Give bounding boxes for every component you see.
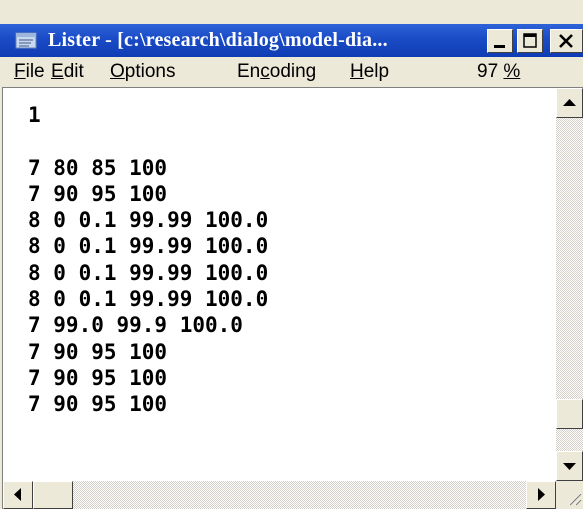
horizontal-scroll-thumb[interactable] bbox=[33, 481, 73, 509]
text-line: 7 90 95 100 bbox=[28, 365, 168, 390]
arrow-down-icon bbox=[563, 463, 576, 470]
menu-file[interactable]: File bbox=[14, 61, 45, 83]
zoom-percent: % bbox=[503, 61, 521, 82]
menu-edit[interactable]: Edit bbox=[51, 61, 84, 83]
menu-help[interactable]: Help bbox=[350, 61, 389, 83]
menu-options-label: ptions bbox=[124, 61, 176, 82]
text-line: 8 0 0.1 99.99 100.0 bbox=[28, 208, 269, 233]
text-viewer[interactable]: 1 7 80 85 100 7 90 95 100 8 0 0.1 99.99 … bbox=[3, 88, 556, 480]
menu-options[interactable]: Options bbox=[110, 61, 175, 83]
minimize-button[interactable] bbox=[487, 29, 513, 53]
menu-bar: File Edit Options Encoding Help 97 % bbox=[0, 57, 583, 87]
text-line: 7 90 95 100 bbox=[28, 181, 168, 206]
window-title: Lister - [c:\research\dialog\model-dia..… bbox=[48, 29, 388, 51]
scroll-right-button[interactable] bbox=[526, 481, 556, 509]
minimize-icon bbox=[494, 45, 505, 48]
menu-options-accelerator: O bbox=[110, 61, 125, 82]
close-button[interactable] bbox=[550, 29, 583, 53]
text-line: 8 0 0.1 99.99 100.0 bbox=[28, 234, 269, 259]
text-line: 7 90 95 100 bbox=[28, 339, 168, 364]
scroll-left-button[interactable] bbox=[3, 481, 33, 509]
arrow-up-icon bbox=[563, 99, 576, 106]
close-icon bbox=[559, 34, 573, 48]
text-line: 8 0 0.1 99.99 100.0 bbox=[28, 260, 269, 285]
text-line: 7 99.0 99.9 100.0 bbox=[28, 313, 243, 338]
resize-grip-icon bbox=[568, 492, 582, 506]
horizontal-scrollbar[interactable] bbox=[3, 481, 556, 509]
menu-edit-label: dit bbox=[63, 61, 84, 82]
resize-grip[interactable] bbox=[556, 481, 583, 509]
arrow-left-icon bbox=[14, 488, 21, 501]
vertical-scroll-thumb[interactable] bbox=[556, 399, 583, 429]
menu-file-label: ile bbox=[25, 61, 45, 82]
menu-encoding[interactable]: Encoding bbox=[237, 61, 316, 83]
title-bar[interactable]: Lister - [c:\research\dialog\model-dia..… bbox=[0, 24, 583, 57]
arrow-right-icon bbox=[538, 488, 545, 501]
scroll-up-button[interactable] bbox=[556, 88, 583, 118]
lister-app-icon[interactable] bbox=[14, 30, 38, 50]
maximize-button[interactable] bbox=[517, 29, 543, 53]
menu-encoding-label: oding bbox=[269, 61, 317, 82]
lister-window: Lister - [c:\research\dialog\model-dia..… bbox=[0, 0, 583, 509]
vertical-scrollbar[interactable] bbox=[556, 88, 583, 481]
menu-encoding-label-start: En bbox=[237, 61, 261, 82]
menu-help-accelerator: H bbox=[350, 61, 364, 82]
text-line bbox=[28, 128, 268, 154]
menu-file-accelerator: F bbox=[14, 61, 26, 82]
text-line: 7 90 95 100 bbox=[28, 392, 168, 417]
menu-encoding-accelerator: c bbox=[260, 61, 270, 82]
text-line: 7 80 85 100 bbox=[28, 155, 168, 180]
scroll-down-button[interactable] bbox=[556, 451, 583, 481]
text-line: 1 bbox=[28, 103, 41, 127]
text-lines: 1 7 80 85 100 7 90 95 100 8 0 0.1 99.99 … bbox=[28, 102, 268, 418]
menu-help-label: elp bbox=[363, 61, 390, 82]
text-line: 8 0 0.1 99.99 100.0 bbox=[28, 287, 269, 312]
zoom-level[interactable]: 97 % bbox=[477, 61, 520, 83]
menu-edit-accelerator: E bbox=[51, 61, 64, 82]
zoom-value: 97 bbox=[477, 61, 504, 82]
maximize-icon bbox=[523, 33, 537, 48]
